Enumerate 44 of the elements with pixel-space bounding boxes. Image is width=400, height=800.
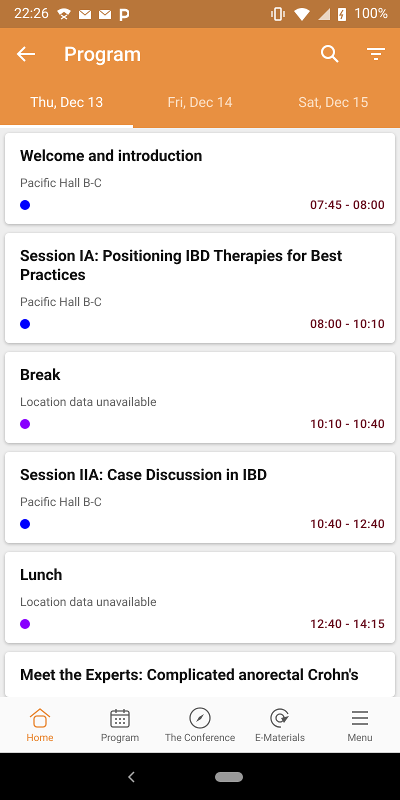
mail-icon <box>78 9 91 19</box>
clock: 22:26 <box>14 6 49 22</box>
session-card[interactable]: Welcome and introduction Pacific Hall B-C 07:45 - 08:00 <box>5 133 395 224</box>
home-icon <box>28 706 52 730</box>
session-card[interactable]: Session IIA: Case Discussion in IBD Pacific Hall B-C 10:40 - 12:40 <box>5 452 395 543</box>
disc-icon <box>268 706 292 730</box>
wifi-icon <box>294 8 310 20</box>
session-card[interactable]: Lunch Location data unavailable 12:40 - 14:15 <box>5 552 395 643</box>
battery-level: 100% <box>354 6 388 22</box>
mail-icon <box>98 9 111 19</box>
session-title: Session IIA: Case Discussion in IBD <box>20 466 268 485</box>
battery-icon <box>338 7 346 21</box>
nav-item[interactable]: Menu <box>320 697 400 752</box>
session-time: 10:40 - 12:40 <box>310 517 385 531</box>
nav-item[interactable]: Program <box>80 697 160 752</box>
session-location: Pacific Hall B-C <box>20 176 103 190</box>
session-time: 12:40 - 14:15 <box>310 617 385 631</box>
back-arrow-icon[interactable] <box>16 45 36 63</box>
session-card[interactable]: Break Location data unavailable 10:10 - 10:40 <box>5 352 395 443</box>
session-location: Pacific Hall B-C <box>20 295 103 309</box>
session-time: 10:10 - 10:40 <box>310 417 385 431</box>
back-icon[interactable] <box>127 770 135 782</box>
session-location: Location data unavailable <box>20 395 158 409</box>
session-time: 08:00 - 10:10 <box>310 317 385 331</box>
session-card[interactable]: Session IA: Positioning IBD Therapies for Best Practices Pacific Hall B-C 08:00 - 10:10 <box>5 233 395 343</box>
session-title: Meet the Experts: Complicated anorectal Crohn's <box>20 666 360 685</box>
home-pill[interactable] <box>215 772 243 782</box>
filter-icon[interactable] <box>366 47 386 61</box>
signal-icon <box>318 8 330 20</box>
search-icon[interactable] <box>320 44 340 64</box>
session-title: Lunch <box>20 566 64 585</box>
compass-icon <box>188 706 212 730</box>
session-title: Welcome and introduction <box>20 147 204 166</box>
session-title: Break <box>20 366 62 385</box>
session-location: Pacific Hall B-C <box>20 495 103 509</box>
nav-item[interactable]: The Conference <box>160 697 240 752</box>
session-time: 07:45 - 08:00 <box>310 198 385 212</box>
parking-icon <box>118 8 129 20</box>
vibrate-icon <box>270 7 286 21</box>
page-title: Program <box>64 42 142 66</box>
session-title: Session IA: Positioning IBD Therapies for Best Practices <box>20 247 344 285</box>
session-card[interactable]: Meet the Experts: Complicated anorectal Crohn's <box>5 652 395 697</box>
session-location: Location data unavailable <box>20 595 158 609</box>
nav-item[interactable]: E-Materials <box>240 697 320 752</box>
